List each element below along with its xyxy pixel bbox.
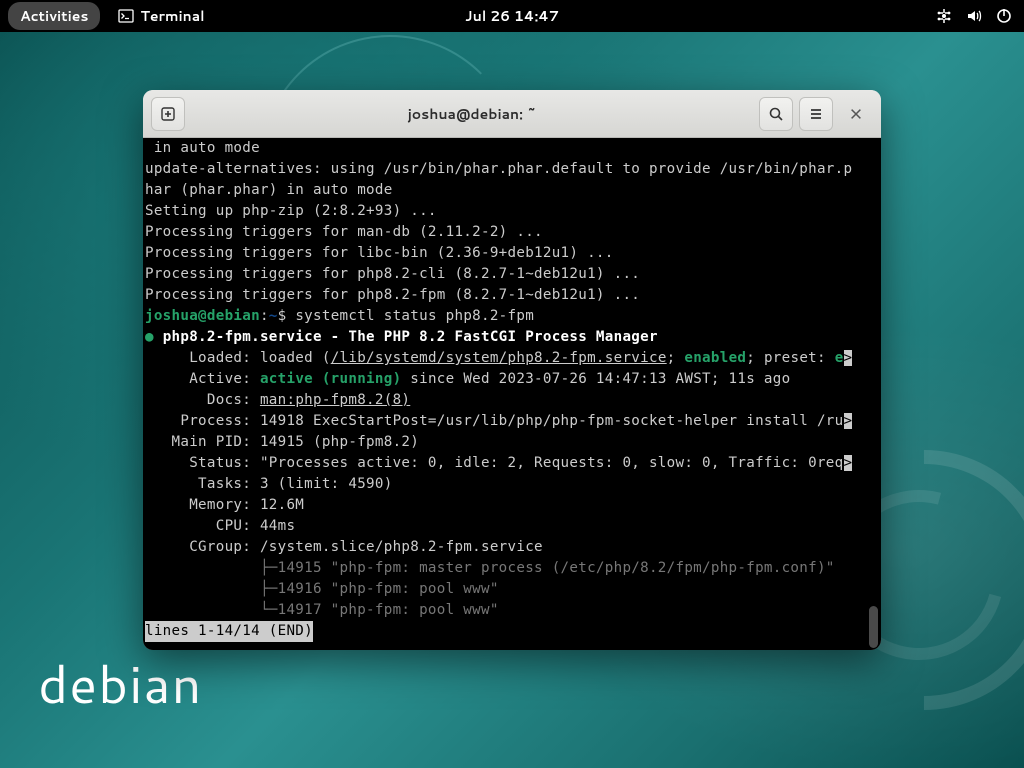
term-line: └─14917 "php-fpm: pool www"	[145, 600, 879, 621]
term-line: Memory: 12.6M	[145, 495, 879, 516]
term-line: Loaded: loaded (/lib/systemd/system/php8…	[145, 348, 879, 369]
new-tab-button[interactable]	[151, 97, 185, 131]
term-line: ├─14916 "php-fpm: pool www"	[145, 579, 879, 600]
window-titlebar[interactable]: joshua@debian: ~	[143, 90, 881, 138]
term-line: CPU: 44ms	[145, 516, 879, 537]
terminal-window: joshua@debian: ~ in auto mode update-alt…	[143, 90, 881, 650]
system-tray[interactable]	[936, 8, 1012, 24]
term-line: Processing triggers for man-db (2.11.2-2…	[145, 222, 879, 243]
network-icon[interactable]	[936, 8, 952, 24]
term-line: Status: "Processes active: 0, idle: 2, R…	[145, 453, 879, 474]
term-line: Setting up php-zip (2:8.2+93) ...	[145, 201, 879, 222]
terminal-viewport[interactable]: in auto mode update-alternatives: using …	[143, 138, 881, 650]
active-app-menu[interactable]: Terminal	[118, 6, 204, 26]
os-logo-text: debian	[38, 646, 203, 720]
gnome-topbar: Activities Terminal Jul 26 14:47	[0, 0, 1024, 32]
volume-icon[interactable]	[966, 8, 982, 24]
clock[interactable]: Jul 26 14:47	[465, 6, 559, 26]
close-button[interactable]	[839, 97, 873, 131]
term-line: har (phar.phar) in auto mode	[145, 180, 879, 201]
term-line: Tasks: 3 (limit: 4590)	[145, 474, 879, 495]
hamburger-menu-button[interactable]	[799, 97, 833, 131]
activities-button[interactable]: Activities	[8, 2, 100, 30]
term-line: Processing triggers for libc-bin (2.36-9…	[145, 243, 879, 264]
term-line: ● php8.2-fpm.service - The PHP 8.2 FastC…	[145, 327, 879, 348]
pager-status: lines 1-14/14 (END)	[145, 621, 879, 642]
power-icon[interactable]	[996, 8, 1012, 24]
term-line: Active: active (running) since Wed 2023-…	[145, 369, 879, 390]
term-prompt-line: joshua@debian:~$ systemctl status php8.2…	[145, 306, 879, 327]
term-line: in auto mode	[145, 138, 879, 159]
terminal-icon	[118, 8, 134, 24]
term-line: update-alternatives: using /usr/bin/phar…	[145, 159, 879, 180]
window-title: joshua@debian: ~	[185, 104, 759, 124]
term-line: Process: 14918 ExecStartPost=/usr/lib/ph…	[145, 411, 879, 432]
scrollbar-thumb[interactable]	[869, 606, 878, 648]
term-line: CGroup: /system.slice/php8.2-fpm.service	[145, 537, 879, 558]
term-line: Docs: man:php-fpm8.2(8)	[145, 390, 879, 411]
search-button[interactable]	[759, 97, 793, 131]
term-line: ├─14915 "php-fpm: master process (/etc/p…	[145, 558, 879, 579]
term-line: Main PID: 14915 (php-fpm8.2)	[145, 432, 879, 453]
term-line: Processing triggers for php8.2-fpm (8.2.…	[145, 285, 879, 306]
term-line: Processing triggers for php8.2-cli (8.2.…	[145, 264, 879, 285]
active-app-label: Terminal	[140, 6, 204, 26]
terminal-scrollbar[interactable]	[869, 138, 879, 650]
